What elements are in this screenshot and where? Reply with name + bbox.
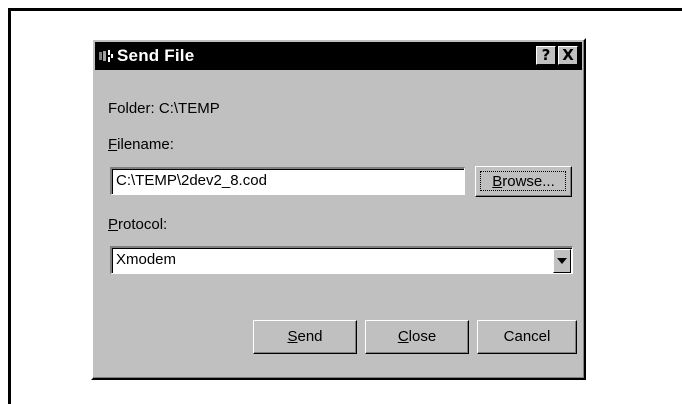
frame-top-border <box>8 8 682 11</box>
close-button[interactable]: Close <box>365 320 469 354</box>
frame-left-border <box>8 8 11 404</box>
close-window-button[interactable]: X <box>558 46 578 65</box>
dialog-title: Send File <box>117 46 195 65</box>
send-button[interactable]: Send <box>253 320 357 354</box>
filename-label-rest: ilename: <box>117 136 174 153</box>
dropdown-button[interactable] <box>553 249 571 273</box>
chevron-down-icon <box>557 258 567 264</box>
folder-path: C:\TEMP <box>158 100 220 117</box>
protocol-selected: Xmodem <box>116 251 177 268</box>
close-mnemonic: C <box>397 328 409 345</box>
browse-label-rest: rowse... <box>502 173 555 190</box>
browse-button[interactable]: Browse... <box>475 166 572 197</box>
filename-mnemonic: F <box>108 136 118 153</box>
close-label-rest: lose <box>408 328 437 345</box>
browse-button-label: Browse... <box>492 173 555 190</box>
protocol-select[interactable]: Xmodem <box>110 246 573 274</box>
protocol-mnemonic: P <box>108 216 119 233</box>
folder-label: Folder: <box>108 100 155 117</box>
browse-mnemonic: B <box>492 173 503 190</box>
modem-icon <box>99 50 113 62</box>
help-button[interactable]: ? <box>536 46 556 65</box>
protocol-label-rest: rotocol: <box>118 216 168 233</box>
protocol-label: Protocol: <box>108 216 167 233</box>
send-mnemonic: S <box>287 328 298 345</box>
folder-label-row: Folder: C:\TEMP <box>108 100 220 117</box>
filename-label: Filename: <box>108 136 174 153</box>
cancel-button[interactable]: Cancel <box>477 320 577 354</box>
send-label-rest: end <box>297 328 323 345</box>
title-bar[interactable]: Send File ? X <box>95 42 582 70</box>
send-file-dialog: Send File ? X Folder: C:\TEMP Filename: … <box>91 38 586 380</box>
filename-input[interactable]: C:\TEMP\2dev2_8.cod <box>110 167 465 195</box>
